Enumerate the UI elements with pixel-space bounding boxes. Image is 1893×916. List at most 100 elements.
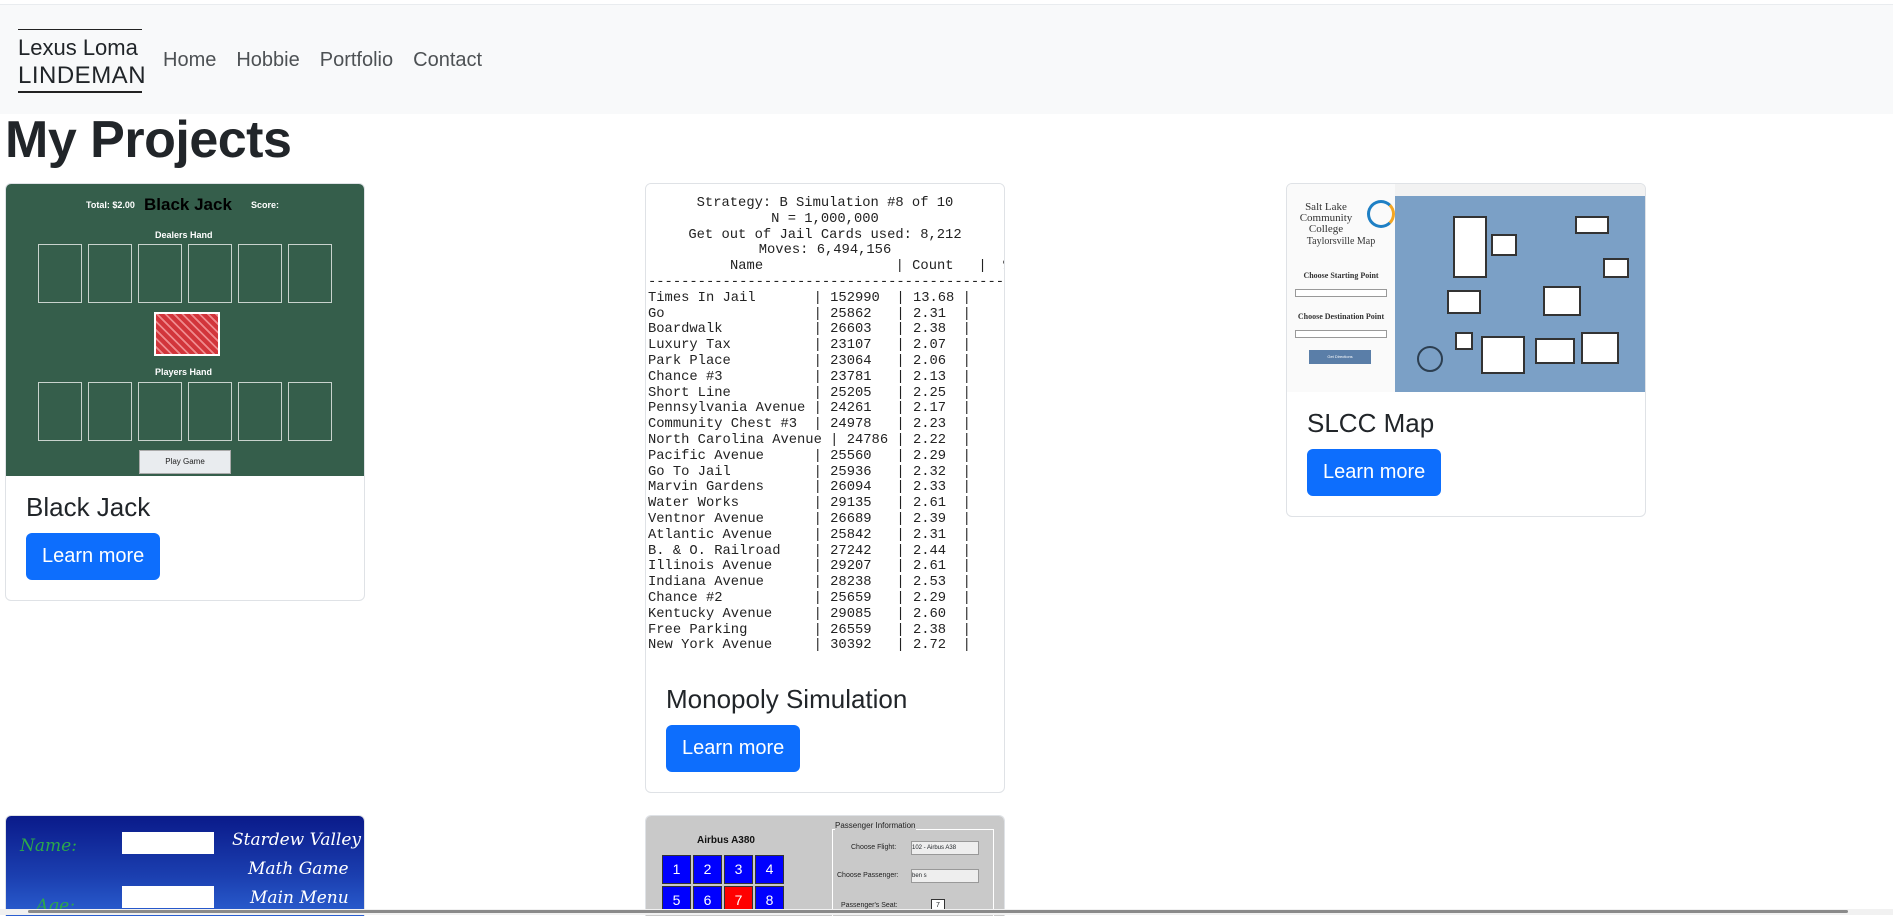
mono-row: Kentucky Avenue | 29085 | 2.60 |: [648, 606, 971, 622]
mono-row: Boardwalk | 26603 | 2.38 |: [648, 322, 971, 338]
nav-link-portfolio[interactable]: Portfolio: [320, 49, 393, 72]
seat-button: 4: [755, 855, 784, 884]
player-card-slot: [88, 382, 132, 441]
card-body: Monopoly Simulation Learn more: [646, 668, 1004, 792]
dealer-card-slot: [288, 244, 332, 303]
dealer-card-slot: [238, 244, 282, 303]
nav-link-contact[interactable]: Contact: [413, 49, 482, 72]
mono-row: B. & O. Railroad | 27242 | 2.44 |: [648, 543, 971, 559]
map-building: [1543, 286, 1581, 316]
learn-more-button[interactable]: Learn more: [1307, 449, 1442, 496]
slcc-sidebar: Salt Lake Community College Taylorsville…: [1287, 184, 1395, 392]
card-title: SLCC Map: [1307, 408, 1435, 438]
map-building: [1581, 332, 1619, 364]
seat-button: 3: [724, 855, 753, 884]
mono-row: Go | 25862 | 2.31 |: [648, 306, 971, 322]
slcc-school-4: Taylorsville Map: [1306, 236, 1376, 247]
passenger-label: Choose Passenger:: [837, 872, 899, 879]
mono-row: Marvin Gardens | 26094 | 2.33 |: [648, 480, 971, 496]
dest-select: [1295, 330, 1387, 338]
player-card-slot: [188, 382, 232, 441]
mono-row: Chance #2 | 25659 | 2.29 |: [648, 590, 971, 606]
stardew-title-3: Main Menu: [250, 888, 349, 908]
card-title: Monopoly Simulation: [666, 684, 908, 714]
bj-total: Total: $2.00: [86, 200, 135, 210]
stardew-age-input: [122, 886, 214, 908]
stardew-name-label: Name:: [20, 836, 77, 856]
mono-row: Illinois Avenue | 29207 | 2.61 |: [648, 559, 971, 575]
nav-link-home[interactable]: Home: [163, 49, 216, 72]
flight-select: 102 - Airbus A38: [911, 841, 979, 855]
airbus-thumbnail[interactable]: Airbus A380 1 2 3 4 5 6 7 8 Passenger In…: [646, 816, 1004, 916]
start-select: [1295, 289, 1387, 297]
monopoly-thumbnail[interactable]: Strategy: B Simulation #8 of 10 N = 1,00…: [646, 184, 1004, 668]
map-building: [1455, 332, 1473, 350]
mono-row: North Carolina Avenue | 24786 | 2.22 |: [648, 432, 971, 448]
black-jack-thumbnail[interactable]: Total: $2.00 Black Jack Score: Dealers H…: [6, 184, 364, 476]
compass-icon: [1417, 346, 1443, 372]
map-building: [1575, 216, 1609, 234]
player-card-slot: [238, 382, 282, 441]
bj-players-label: Players Hand: [155, 367, 213, 377]
map-building: [1535, 338, 1575, 364]
bj-game-title: Black Jack: [144, 195, 232, 214]
mono-rows: Times In Jail | 152990 | 13.68 | Go | 25…: [646, 291, 1004, 654]
campus-map: [1395, 196, 1645, 392]
bj-score: Score:: [251, 200, 280, 210]
player-card-slot: [138, 382, 182, 441]
mono-row: Indiana Avenue | 28238 | 2.53 |: [648, 575, 971, 591]
mono-row: Luxury Tax | 23107 | 2.07 |: [648, 338, 971, 354]
mono-row: Pacific Avenue | 25560 | 2.29 |: [648, 448, 971, 464]
mono-row: New York Avenue | 30392 | 2.72 |: [648, 638, 971, 654]
page-title: My Projects: [5, 111, 292, 169]
get-directions-button: Get Directions: [1309, 350, 1371, 364]
map-building: [1481, 336, 1525, 374]
project-card-black-jack: Total: $2.00 Black Jack Score: Dealers H…: [5, 183, 365, 601]
airbus-plane-label: Airbus A380: [697, 835, 755, 846]
brand-logo[interactable]: Lexus Loma LINDEMAN: [18, 29, 147, 93]
swirl-logo-icon: [1367, 200, 1395, 228]
mono-columns: Name | Count | % |: [730, 259, 1004, 275]
player-card-slot: [38, 382, 82, 441]
stardew-thumbnail[interactable]: Name: Age: Stardew Valley Math Game Main…: [6, 816, 364, 916]
mono-row: Community Chest #3 | 24978 | 2.23 |: [648, 417, 971, 433]
bj-dealers-label: Dealers Hand: [155, 230, 213, 240]
stardew-name-input: [122, 832, 214, 854]
slcc-dest-label: Choose Destination Point: [1297, 312, 1385, 321]
mono-row: Pennsylvania Avenue | 24261 | 2.17 |: [648, 401, 971, 417]
mono-row: Chance #3 | 23781 | 2.13 |: [648, 369, 971, 385]
passenger-info-panel: Passenger Information Choose Flight: 102…: [832, 821, 994, 916]
mono-row: Atlantic Avenue | 25842 | 2.31 |: [648, 527, 971, 543]
card-title: Black Jack: [26, 492, 151, 522]
project-card-monopoly: Strategy: B Simulation #8 of 10 N = 1,00…: [645, 183, 1005, 793]
brand-line1: Lexus Loma: [18, 35, 138, 60]
card-body: SLCC Map Learn more: [1287, 392, 1645, 516]
player-card-slot: [288, 382, 332, 441]
slcc-map-thumbnail[interactable]: Salt Lake Community College Taylorsville…: [1287, 184, 1645, 392]
horizontal-scrollbar[interactable]: [0, 909, 1893, 915]
nav-link-hobbie[interactable]: Hobbie: [236, 49, 299, 72]
map-building: [1453, 216, 1487, 278]
navbar: Lexus Loma LINDEMAN Home Hobbie Portfoli…: [0, 4, 1893, 114]
mono-row: Times In Jail | 152990 | 13.68 |: [648, 290, 971, 306]
seat-label: Passenger's Seat:: [841, 902, 898, 909]
mono-header-1: Strategy: B Simulation #8 of 10: [696, 196, 954, 211]
slcc-start-label: Choose Starting Point: [1303, 271, 1379, 280]
map-building: [1491, 234, 1517, 256]
mono-header-2: N = 1,000,000: [771, 211, 879, 227]
dealer-card-slot: [138, 244, 182, 303]
slcc-school-3: College: [1308, 223, 1344, 235]
project-card-stardew: Name: Age: Stardew Valley Math Game Main…: [5, 815, 365, 916]
mono-divider: ----------------------------------------…: [648, 274, 1004, 290]
mono-row: Go To Jail | 25936 | 2.32 |: [648, 464, 971, 480]
brand-line2: LINDEMAN: [18, 62, 147, 89]
mono-header-4: Moves: 6,494,156: [758, 243, 892, 259]
mono-row: Ventnor Avenue | 26689 | 2.39 |: [648, 511, 971, 527]
card-deck: [154, 312, 220, 356]
flight-label: Choose Flight:: [851, 844, 897, 851]
learn-more-button[interactable]: Learn more: [666, 725, 801, 772]
stardew-title-2: Math Game: [248, 859, 349, 879]
scrollbar-thumb[interactable]: [28, 910, 1848, 913]
mono-row: Water Works | 29135 | 2.61 |: [648, 496, 971, 512]
learn-more-button[interactable]: Learn more: [26, 533, 161, 580]
